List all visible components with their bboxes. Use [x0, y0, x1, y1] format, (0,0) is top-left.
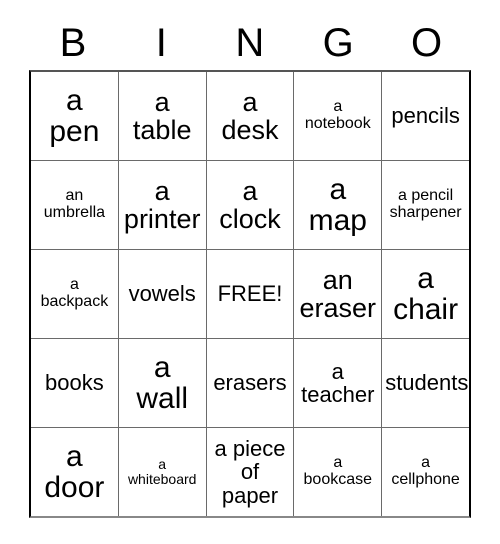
bingo-cell-label: pencils — [391, 103, 460, 129]
bingo-cell[interactable]: pencils — [382, 72, 469, 160]
bingo-cell[interactable]: a clock — [207, 161, 295, 249]
bingo-cell-label: students — [385, 370, 469, 396]
bingo-header: B I N G O — [29, 18, 471, 68]
bingo-cell[interactable]: a pencil sharpener — [382, 161, 469, 249]
bingo-cell[interactable]: a piece of paper — [207, 428, 295, 516]
bingo-grid: a pen a table a desk a notebook pencils … — [29, 70, 471, 518]
bingo-cell[interactable]: a wall — [119, 339, 207, 427]
bingo-cell-label: vowels — [128, 281, 196, 307]
bingo-cell[interactable]: a cellphone — [382, 428, 469, 516]
bingo-cell[interactable]: erasers — [207, 339, 295, 427]
bingo-cell[interactable]: books — [31, 339, 119, 427]
header-letter-n: N — [235, 21, 265, 65]
bingo-cell-label: a notebook — [304, 98, 371, 132]
bingo-row: books a wall erasers a teacher students — [31, 339, 469, 428]
bingo-cell-label: books — [45, 370, 104, 396]
bingo-cell[interactable]: a teacher — [294, 339, 383, 427]
bingo-cell-label: a bookcase — [303, 454, 373, 488]
bingo-card: B I N G O a pen a table a desk a noteboo… — [0, 0, 500, 544]
bingo-cell-label: a cellphone — [391, 454, 460, 488]
bingo-cell-label: erasers — [213, 370, 287, 396]
bingo-cell[interactable]: a desk — [207, 72, 295, 160]
bingo-cell-label: a piece of paper — [214, 436, 286, 508]
bingo-cell[interactable]: a map — [294, 161, 383, 249]
bingo-cell[interactable]: a door — [31, 428, 119, 516]
bingo-cell[interactable]: students — [382, 339, 469, 427]
bingo-cell-label: a clock — [219, 175, 281, 234]
bingo-cell[interactable]: a backpack — [31, 250, 119, 338]
bingo-cell-label: a chair — [393, 261, 459, 326]
bingo-cell[interactable]: a whiteboard — [119, 428, 207, 516]
bingo-cell[interactable]: a chair — [382, 250, 469, 338]
bingo-cell-label: a pencil sharpener — [389, 187, 462, 221]
bingo-cell-label: a wall — [136, 350, 189, 415]
bingo-cell-label: a backpack — [40, 276, 109, 310]
header-letter-b: B — [59, 21, 87, 65]
header-letter-o: O — [411, 21, 443, 65]
bingo-row: a door a whiteboard a piece of paper a b… — [31, 428, 469, 516]
bingo-row: a backpack vowels FREE! an eraser a chai… — [31, 250, 469, 339]
bingo-row: a pen a table a desk a notebook pencils — [31, 72, 469, 161]
bingo-cell-label: a door — [44, 439, 105, 504]
bingo-cell[interactable]: an umbrella — [31, 161, 119, 249]
bingo-cell-label: FREE! — [217, 281, 283, 307]
bingo-cell[interactable]: a notebook — [294, 72, 383, 160]
header-letter-i: I — [155, 21, 168, 65]
bingo-cell[interactable]: a bookcase — [294, 428, 383, 516]
bingo-row: an umbrella a printer a clock a map a pe… — [31, 161, 469, 250]
bingo-cell-label: a table — [132, 86, 192, 145]
bingo-cell[interactable]: a table — [119, 72, 207, 160]
bingo-cell-label: a map — [308, 172, 367, 237]
bingo-cell-label: a desk — [221, 86, 279, 145]
bingo-cell-label: an eraser — [299, 264, 377, 323]
bingo-cell-label: an umbrella — [43, 187, 106, 221]
bingo-cell-label: a teacher — [301, 358, 375, 407]
bingo-cell[interactable]: a pen — [31, 72, 119, 160]
bingo-cell-label: a printer — [123, 175, 201, 234]
bingo-cell-label: a whiteboard — [127, 456, 197, 487]
bingo-cell-free[interactable]: FREE! — [207, 250, 295, 338]
bingo-cell[interactable]: a printer — [119, 161, 207, 249]
header-letter-g: G — [322, 21, 355, 65]
bingo-cell-label: a pen — [49, 83, 100, 148]
bingo-cell[interactable]: an eraser — [294, 250, 383, 338]
bingo-cell[interactable]: vowels — [119, 250, 207, 338]
